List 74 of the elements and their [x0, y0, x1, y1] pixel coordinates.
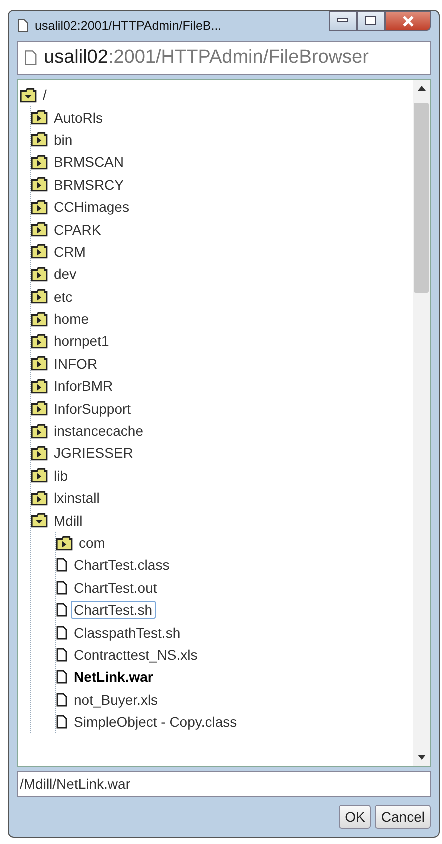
folder-icon[interactable]	[31, 468, 48, 484]
folder-icon[interactable]	[31, 244, 48, 260]
window-title: usalil02:2001/HTTPAdmin/FileB...	[35, 19, 223, 33]
path-field[interactable]: /Mdill/NetLink.war	[17, 771, 431, 797]
folder-item[interactable]: lxinstall	[51, 489, 103, 508]
cancel-button[interactable]: Cancel	[375, 805, 431, 829]
folder-icon[interactable]	[31, 177, 48, 192]
file-item[interactable]: NetLink.war	[71, 668, 156, 686]
folder-icon[interactable]	[31, 154, 48, 170]
file-item[interactable]: not_Buyer.xls	[71, 690, 162, 709]
file-item[interactable]: ChartTest.sh	[71, 601, 156, 620]
scrollbar-thumb[interactable]	[414, 103, 429, 293]
file-icon	[56, 558, 68, 572]
file-item[interactable]: SimpleObject - Copy.class	[71, 713, 240, 732]
minimize-icon	[337, 18, 349, 24]
scroll-down-icon[interactable]	[418, 755, 426, 760]
folder-item[interactable]: CCHimages	[51, 198, 132, 216]
file-icon	[56, 580, 68, 595]
file-icon	[56, 648, 68, 662]
file-icon	[56, 603, 68, 618]
folder-item[interactable]: INFOR	[51, 354, 101, 373]
folder-icon[interactable]	[31, 356, 48, 372]
folder-item[interactable]: bin	[51, 130, 76, 149]
folder-item[interactable]: CRM	[51, 242, 89, 261]
folder-item[interactable]: BRMSRCY	[51, 176, 128, 194]
folder-icon[interactable]	[31, 424, 48, 439]
folder-icon[interactable]	[31, 490, 48, 506]
folder-item[interactable]: lib	[51, 466, 72, 485]
folder-icon[interactable]	[31, 289, 48, 304]
folder-item[interactable]: com	[76, 534, 108, 552]
close-icon	[402, 16, 414, 26]
folder-item[interactable]: instancecache	[51, 422, 147, 440]
folder-item[interactable]: BRMSCAN	[51, 153, 128, 172]
folder-item[interactable]: /	[40, 86, 50, 104]
folder-icon[interactable]	[31, 401, 48, 416]
folder-icon[interactable]	[31, 446, 48, 461]
folder-icon[interactable]	[31, 266, 48, 282]
ok-button[interactable]: OK	[339, 805, 372, 829]
file-item[interactable]: ChartTest.class	[71, 556, 173, 574]
folder-item[interactable]: AutoRls	[51, 108, 106, 127]
folder-item[interactable]: JGRIESSER	[51, 444, 136, 462]
maximize-button[interactable]	[357, 11, 385, 31]
folder-item[interactable]: home	[51, 310, 92, 328]
file-icon	[56, 670, 68, 684]
page-icon	[17, 19, 29, 33]
folder-item[interactable]: InforSupport	[51, 400, 134, 418]
folder-icon[interactable]	[31, 513, 48, 528]
file-icon	[56, 626, 68, 640]
folder-icon[interactable]	[56, 536, 73, 550]
folder-icon[interactable]	[31, 222, 48, 238]
file-item[interactable]: Contracttest_NS.xls	[71, 646, 201, 664]
minimize-button[interactable]	[329, 11, 357, 31]
page-icon	[24, 50, 38, 66]
folder-icon[interactable]	[31, 132, 48, 148]
folder-item[interactable]: InforBMR	[51, 377, 116, 396]
close-button[interactable]	[385, 11, 431, 31]
file-item[interactable]: ChartTest.out	[71, 578, 160, 597]
folder-icon[interactable]	[20, 88, 37, 103]
file-icon	[56, 692, 68, 707]
file-icon	[56, 715, 68, 730]
file-item[interactable]: ClasspathTest.sh	[71, 624, 184, 642]
folder-icon[interactable]	[31, 312, 48, 327]
folder-icon[interactable]	[31, 378, 48, 394]
folder-item[interactable]: hornpet1	[51, 332, 112, 350]
folder-icon[interactable]	[31, 334, 48, 349]
folder-item[interactable]: etc	[51, 288, 76, 306]
folder-item[interactable]: Mdill	[51, 512, 86, 530]
scroll-up-icon[interactable]	[418, 86, 426, 91]
folder-item[interactable]: dev	[51, 265, 80, 284]
scrollbar[interactable]	[413, 80, 430, 766]
folder-item[interactable]: CPARK	[51, 220, 104, 239]
folder-icon[interactable]	[31, 200, 48, 215]
folder-icon[interactable]	[31, 110, 48, 126]
maximize-icon	[365, 16, 377, 26]
